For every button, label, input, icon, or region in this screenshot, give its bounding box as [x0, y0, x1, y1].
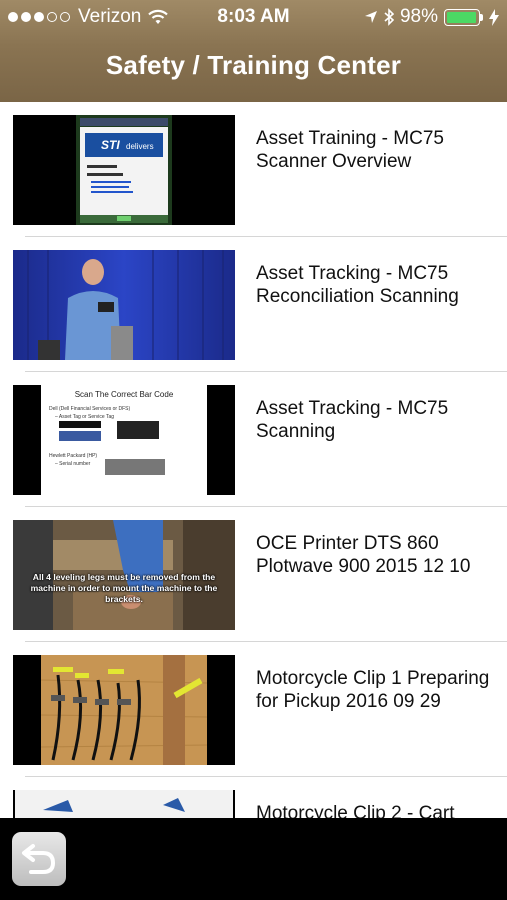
list-item[interactable]: Asset Tracking - MC75 Reconciliation Sca… — [0, 237, 507, 372]
video-thumbnail[interactable]: All 4 leveling legs must be removed from… — [13, 520, 235, 630]
thumb-scan-line1: Dell (Dell Financial Services or DFS) — [49, 406, 130, 412]
video-thumbnail[interactable] — [13, 250, 235, 360]
page-title: Safety / Training Center — [105, 50, 402, 80]
thumb-scan-line2: – Asset Tag or Service Tag — [55, 414, 114, 420]
list-item[interactable]: Motorcycle Clip 1 Preparing for Pickup 2… — [0, 642, 507, 777]
list-item[interactable]: Scan The Correct Bar Code Dell (Dell Fin… — [0, 372, 507, 507]
thumb-scan-line3: Hewlett Packard (HP) — [49, 453, 97, 459]
video-title[interactable]: OCE Printer DTS 860 Plotwave 900 2015 12… — [256, 532, 496, 578]
list-item[interactable]: All 4 leveling legs must be removed from… — [0, 507, 507, 642]
thumb-caption: All 4 leveling legs must be removed from… — [30, 572, 218, 604]
svg-text:delivers: delivers — [126, 142, 154, 151]
status-bar: Verizon 8:03 AM 98% — [0, 0, 507, 34]
video-thumbnail[interactable]: Scan The Correct Bar Code Dell (Dell Fin… — [13, 385, 235, 495]
thumb-scan-line4: – Serial number — [55, 461, 91, 467]
app-header: Verizon 8:03 AM 98% Safety / Training Ce… — [0, 0, 507, 102]
video-title[interactable]: Asset Training - MC75 Scanner Overview — [256, 127, 496, 173]
undo-arrow-icon — [22, 844, 56, 874]
list-item[interactable]: STI delivers Asset Training - MC75 Scann… — [0, 102, 507, 237]
video-list[interactable]: STI delivers Asset Training - MC75 Scann… — [0, 102, 507, 818]
thumb-scan-title: Scan The Correct Bar Code — [75, 390, 174, 399]
bottom-toolbar — [0, 818, 507, 900]
video-title[interactable]: Motorcycle Clip 1 Preparing for Pickup 2… — [256, 667, 496, 713]
video-title[interactable]: Asset Tracking - MC75 Reconciliation Sca… — [256, 262, 496, 308]
video-title[interactable]: Motorcycle Clip 2 - Cart — [256, 802, 496, 818]
bluetooth-icon — [384, 8, 394, 26]
video-thumbnail[interactable]: STI delivers — [13, 115, 235, 225]
battery-icon — [444, 8, 483, 26]
video-thumbnail[interactable] — [13, 790, 235, 818]
location-arrow-icon — [364, 11, 377, 23]
video-thumbnail[interactable] — [13, 655, 235, 765]
list-item[interactable]: Motorcycle Clip 2 - Cart — [0, 777, 507, 818]
back-button[interactable] — [12, 832, 66, 886]
svg-text:STI: STI — [101, 138, 120, 152]
battery-percent: 98% — [399, 6, 438, 27]
video-title[interactable]: Asset Tracking - MC75 Scanning — [256, 397, 496, 443]
charging-icon — [489, 8, 499, 26]
